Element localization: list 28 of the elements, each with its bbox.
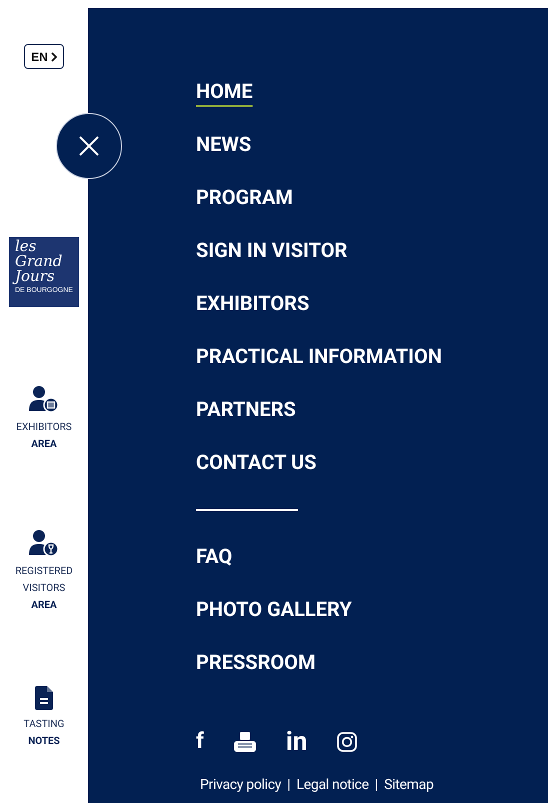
facebook-icon[interactable]: f: [196, 731, 204, 753]
menu-item[interactable]: NEWS: [196, 130, 252, 158]
menu-item[interactable]: PHOTO GALLERY: [196, 595, 352, 623]
footer-link[interactable]: Privacy policy: [200, 777, 282, 793]
document-icon: [35, 686, 53, 710]
language-button[interactable]: EN: [24, 44, 64, 69]
menu-item[interactable]: CONTACT US: [196, 448, 316, 476]
footer-link[interactable]: Sitemap: [384, 777, 434, 793]
menu-item[interactable]: FAQ: [196, 542, 232, 570]
separator: |: [287, 777, 291, 793]
menu-item[interactable]: PRESSROOM: [196, 648, 316, 676]
menu-item[interactable]: PROGRAM: [196, 183, 293, 211]
exhibitor-icon: [29, 385, 59, 413]
menu-item[interactable]: SIGN IN VISITOR: [196, 236, 348, 264]
menu-item[interactable]: HOME: [196, 77, 253, 105]
menu-item[interactable]: PARTNERS: [196, 395, 296, 423]
chevron-icon: [50, 52, 57, 62]
footer-link[interactable]: Legal notice: [296, 777, 369, 793]
menu-item[interactable]: PRACTICAL INFORMATION: [196, 342, 442, 370]
menu-item[interactable]: EXHIBITORS: [196, 289, 310, 317]
close-icon: [78, 135, 100, 157]
side-link[interactable]: TASTING NOTES: [24, 686, 64, 750]
visitor-icon: [29, 529, 59, 557]
separator: |: [374, 777, 378, 793]
side-link[interactable]: REGISTERED VISITORS AREA: [15, 529, 73, 614]
side-link[interactable]: EXHIBITORS AREA: [16, 385, 72, 453]
linkedin-icon[interactable]: in: [286, 731, 308, 753]
camera-icon[interactable]: [337, 732, 358, 752]
